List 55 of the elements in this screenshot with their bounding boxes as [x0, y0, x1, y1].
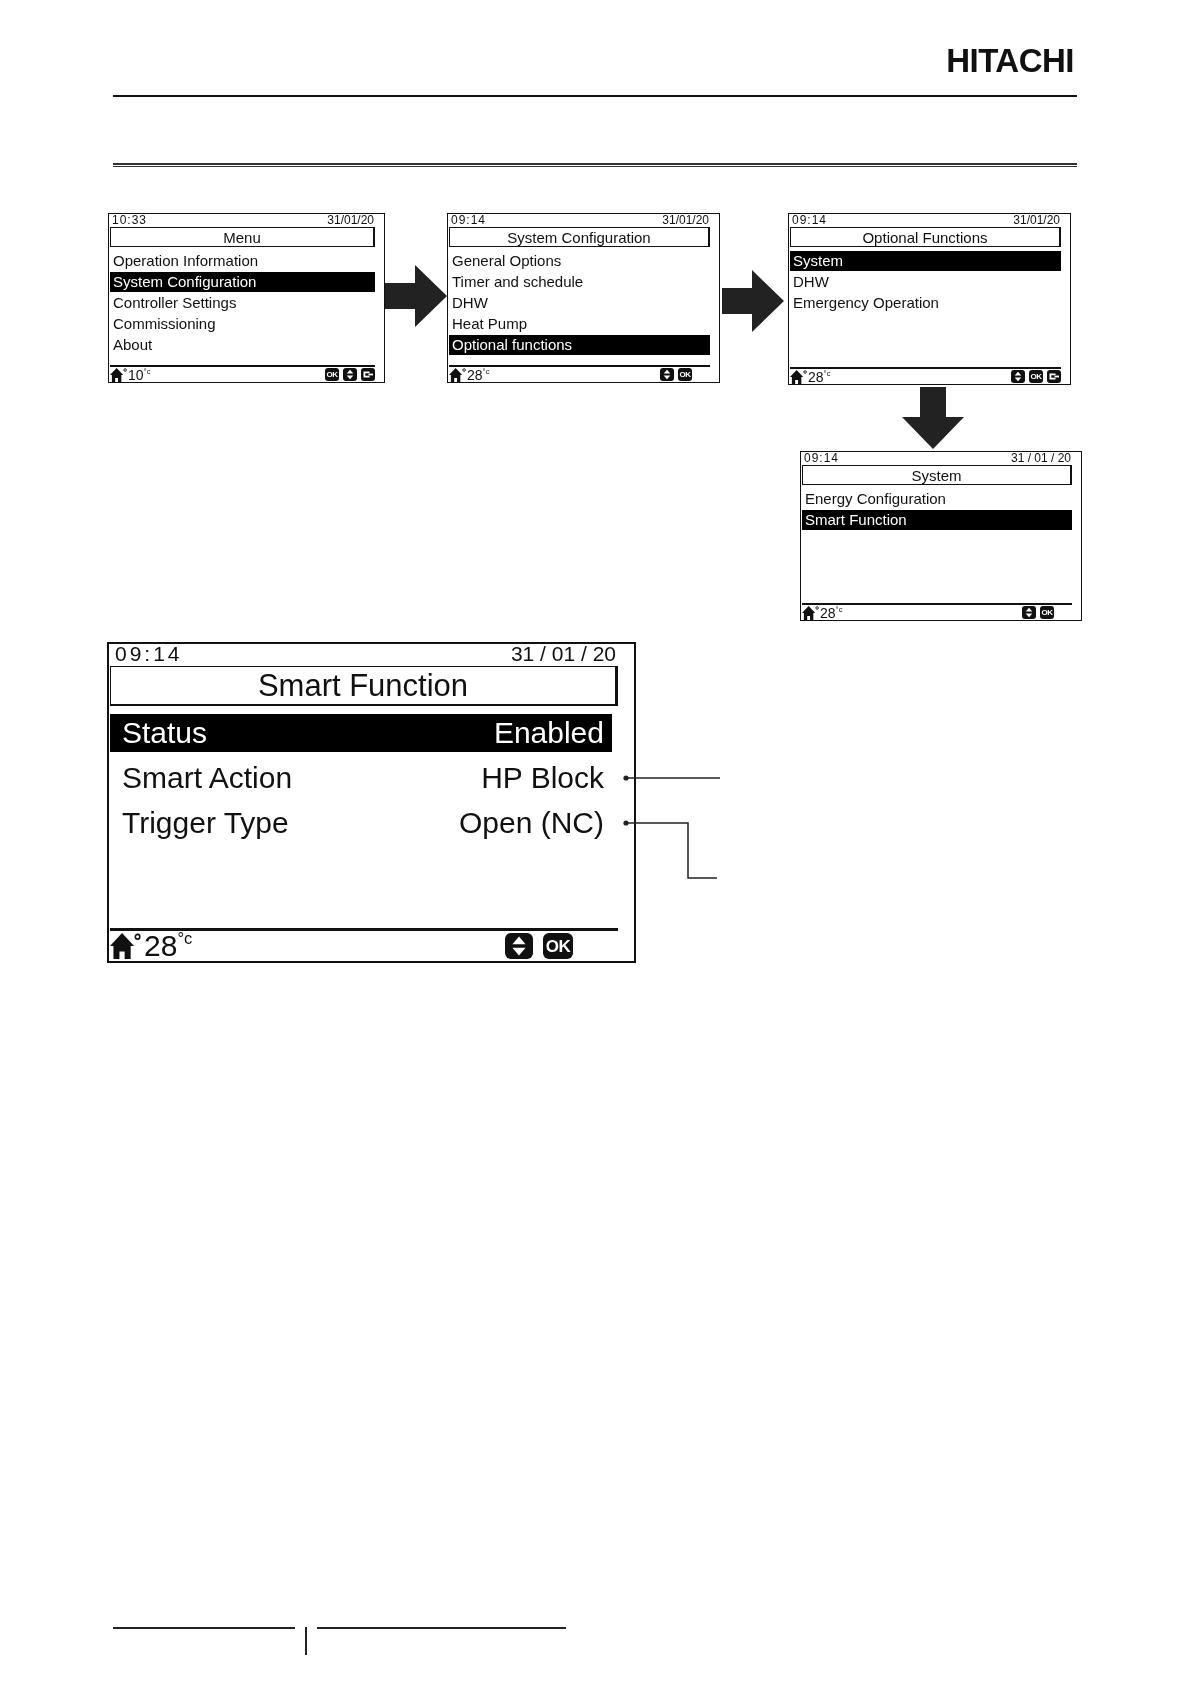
date-text: 31 / 01 / 20 [510, 644, 616, 664]
menu-item[interactable]: General Options [449, 251, 710, 271]
right-arrow-icon [722, 270, 784, 332]
temperature-reading: 28$^{°c}$ [808, 369, 831, 384]
setting-row[interactable]: Smart Action HP Block [110, 759, 612, 797]
menu-item[interactable]: System [790, 251, 1061, 271]
menu-item[interactable]: DHW [790, 272, 1061, 292]
right-arrow-icon [385, 265, 447, 327]
clock-time: 10:33 [112, 214, 148, 227]
screen-title: Menu [110, 227, 375, 247]
temperature-reading: 28$^{°c}$ [820, 605, 843, 620]
setting-label: Trigger Type [122, 806, 289, 840]
temperature-reading: 28$^{°c}$ [144, 931, 193, 961]
menu-item[interactable]: DHW [449, 293, 710, 313]
up-down-key-icon [504, 933, 534, 959]
menu-item[interactable]: Emergency Operation [790, 293, 1061, 313]
setting-row[interactable]: Status Enabled [110, 714, 612, 752]
menu-item[interactable]: Operation Information [110, 251, 375, 271]
menu-item[interactable]: System Configuration [110, 272, 375, 292]
menu-item[interactable]: Commissioning [110, 314, 375, 334]
ok-key: OK [543, 933, 573, 959]
menu-item[interactable]: Smart Function [802, 510, 1072, 530]
setting-row[interactable]: Trigger Type Open (NC) [110, 804, 612, 842]
clock-time: 09:14 [115, 644, 183, 664]
ok-key: OK [325, 368, 339, 381]
clock-time: 09:14 [451, 214, 487, 227]
setting-value: HP Block [481, 761, 604, 795]
ok-key: OK [678, 368, 692, 381]
date-text: 31/01/20 [662, 214, 709, 227]
clock-time: 09:14 [804, 452, 840, 465]
home-icon [110, 933, 141, 959]
ok-key: OK [1029, 370, 1043, 383]
menu-item[interactable]: Optional functions [449, 335, 710, 355]
menu-item[interactable]: Timer and schedule [449, 272, 710, 292]
temperature-reading: 28$^{°c}$ [467, 367, 490, 382]
menu-item[interactable]: Heat Pump [449, 314, 710, 334]
date-text: 31/01/20 [1013, 214, 1060, 227]
temperature-reading: 10$^{°c}$ [128, 367, 151, 382]
setting-label: Status [122, 716, 208, 750]
ok-key: OK [1040, 606, 1054, 619]
menu-item[interactable]: Energy Configuration [802, 489, 1072, 509]
brand-logo: HITACHI [946, 44, 1074, 77]
menu-item[interactable]: Controller Settings [110, 293, 375, 313]
screen-title: Optional Functions [790, 227, 1061, 247]
clock-time: 09:14 [792, 214, 828, 227]
screen-title: System Configuration [449, 227, 710, 247]
menu-item[interactable]: About [110, 335, 375, 355]
date-text: 31/01/20 [327, 214, 374, 227]
screen-title: System [802, 465, 1072, 485]
setting-value: Open (NC) [458, 806, 604, 840]
date-text: 31 / 01 / 20 [1010, 452, 1071, 465]
setting-label: Smart Action [122, 761, 293, 795]
screen-title: Smart Function [110, 666, 618, 706]
setting-value: Enabled [493, 716, 604, 750]
down-arrow-icon [902, 387, 964, 449]
